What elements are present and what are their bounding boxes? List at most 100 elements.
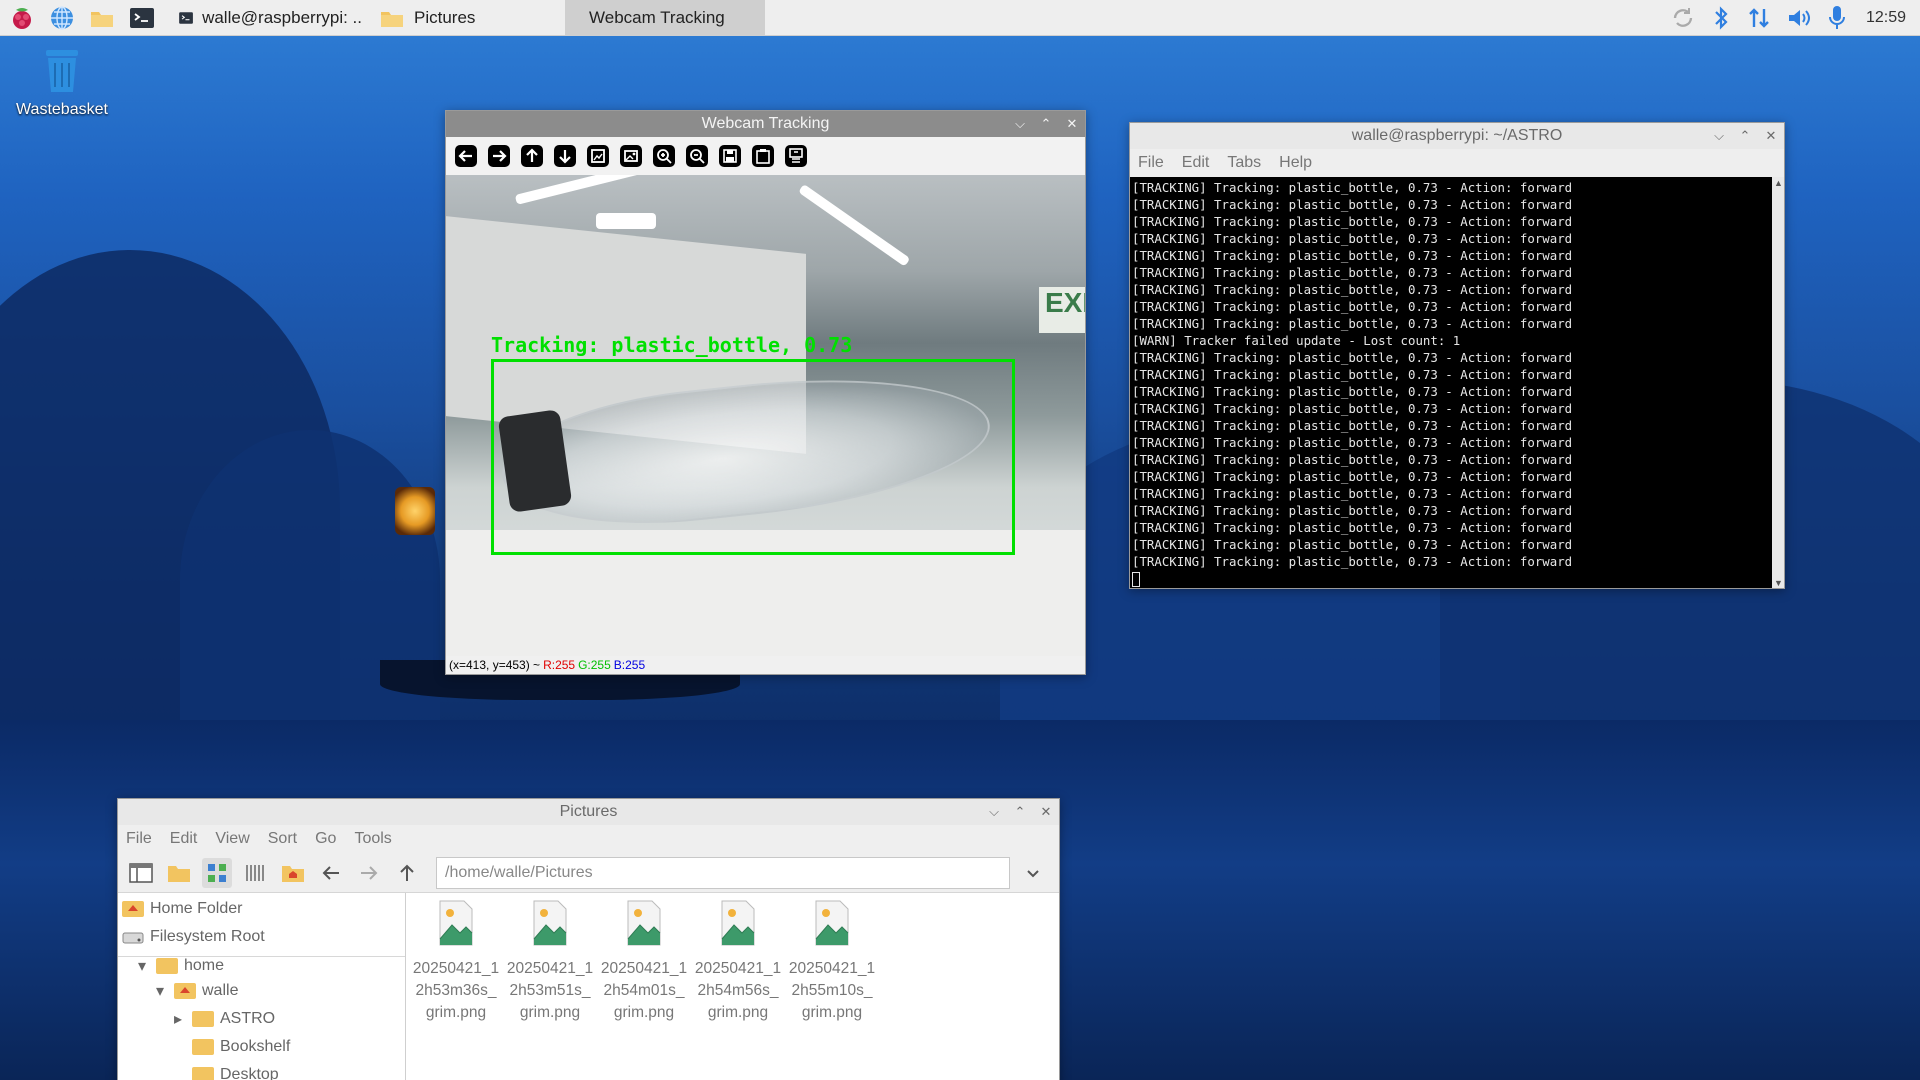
taskbar-button-webcam-tracking[interactable]: Webcam Tracking [565,0,765,36]
path-text: /home/walle/Pictures [445,863,593,881]
cursor-coordinates: (x=413, y=453) ~ [449,658,541,672]
tree-item-astro[interactable]: ▸ ASTRO [118,1005,405,1033]
terminal-lines: [TRACKING] Tracking: plastic_bottle, 0.7… [1130,177,1784,587]
copy-image-button[interactable] [750,143,776,169]
zoom-out-button[interactable] [684,143,710,169]
icon-view-icon [208,863,226,882]
menu-tabs[interactable]: Tabs [1227,154,1261,172]
taskbar-button-terminal[interactable]: walle@raspberrypi: .. [170,0,370,36]
properties-button[interactable] [783,143,809,169]
file-item[interactable]: 20250421_12h53m36s_grim.png [412,899,500,1080]
scroll-up-icon[interactable]: ▲ [1774,179,1783,188]
file-item[interactable]: 20250421_12h54m56s_grim.png [694,899,782,1080]
tree-item-desktop[interactable]: Desktop [118,1061,405,1080]
zoom-fit-button[interactable] [585,143,611,169]
network-icon[interactable] [1746,5,1772,31]
terminal-line: [TRACKING] Tracking: plastic_bottle, 0.7… [1132,248,1573,263]
zoom-original-button[interactable] [618,143,644,169]
menu-edit[interactable]: Edit [170,830,198,848]
minimize-icon[interactable]: ⌵ [1013,116,1027,132]
menu-edit[interactable]: Edit [1182,154,1210,172]
tree-expander-icon[interactable]: ▸ [174,1009,186,1029]
microphone-icon[interactable] [1826,4,1848,32]
window-title: Webcam Tracking [701,115,830,132]
updater-icon[interactable] [1670,5,1696,31]
up-button[interactable] [392,858,422,888]
tree-item-bookshelf[interactable]: Bookshelf [118,1033,405,1061]
maximize-icon[interactable]: ⌃ [1013,804,1027,820]
file-grid: 20250421_12h53m36s_grim.png 20250421_12h5… [406,893,1059,1080]
file-item[interactable]: 20250421_12h55m10s_grim.png [788,899,876,1080]
arrow-right-icon [488,145,510,167]
close-icon[interactable]: ✕ [1764,128,1778,144]
pan-left-button[interactable] [453,143,479,169]
taskbar: walle@raspberrypi: .. Pictures Webcam Tr… [0,0,1920,36]
bluetooth-icon[interactable] [1710,5,1732,31]
window-titlebar[interactable]: walle@raspberrypi: ~/ASTRO ⌵ ⌃ ✕ [1130,123,1784,149]
list-view-button[interactable] [240,858,270,888]
image-file-icon [721,900,755,946]
window-titlebar[interactable]: Webcam Tracking ⌵ ⌃ ✕ [446,111,1085,137]
window-icon [129,862,153,883]
tree-expander-icon[interactable]: ▾ [138,956,150,976]
menu-tools[interactable]: Tools [354,830,391,848]
menu-file[interactable]: File [126,830,152,848]
ceiling-light [514,175,692,205]
clock[interactable]: 12:59 [1866,9,1906,27]
save-image-button[interactable] [717,143,743,169]
terminal-launcher-icon[interactable] [124,0,160,36]
tree-item-walle[interactable]: ▾ walle [118,977,405,1005]
pan-down-button[interactable] [552,143,578,169]
menu-sort[interactable]: Sort [268,830,297,848]
image-file-icon [439,900,473,946]
menu-help[interactable]: Help [1279,154,1312,172]
new-folder-button[interactable] [164,858,194,888]
raspberry-menu-icon[interactable] [4,0,40,36]
maximize-icon[interactable]: ⌃ [1738,128,1752,144]
terminal-line: [TRACKING] Tracking: plastic_bottle, 0.7… [1132,537,1573,552]
sidebar-item-home-folder[interactable]: Home Folder [118,895,405,923]
window-titlebar[interactable]: Pictures ⌵ ⌃ ✕ [118,799,1059,825]
menu-file[interactable]: File [1138,154,1164,172]
forward-button[interactable] [354,858,384,888]
zoom-in-icon [653,145,675,167]
volume-icon[interactable] [1786,5,1812,31]
taskbar-button-pictures[interactable]: Pictures [370,0,565,36]
close-icon[interactable]: ✕ [1039,804,1053,820]
tree-item-home[interactable]: ▾ home [118,955,405,977]
file-item[interactable]: 20250421_12h53m51s_grim.png [506,899,594,1080]
folder-icon [156,958,178,974]
menu-go[interactable]: Go [315,830,336,848]
home-button[interactable] [278,858,308,888]
menu-view[interactable]: View [215,830,249,848]
maximize-icon[interactable]: ⌃ [1039,116,1053,132]
terminal-output[interactable]: [TRACKING] Tracking: plastic_bottle, 0.7… [1130,177,1784,588]
pan-up-button[interactable] [519,143,545,169]
back-button[interactable] [316,858,346,888]
sidebar-item-filesystem-root[interactable]: Filesystem Root [118,923,405,951]
tree-item-label: home [184,957,225,974]
terminal-prompt[interactable] [1132,570,1784,587]
close-icon[interactable]: ✕ [1065,116,1079,132]
pan-right-button[interactable] [486,143,512,169]
minimize-icon[interactable]: ⌵ [1712,128,1726,144]
red-value: R:255 [543,658,576,672]
web-browser-icon[interactable] [44,0,80,36]
file-manager-icon[interactable] [84,0,120,36]
path-history-dropdown[interactable] [1018,858,1048,888]
desktop-icon-wastebasket[interactable]: Wastebasket [12,44,112,119]
folder-icon [192,1039,214,1055]
new-window-button[interactable] [126,858,156,888]
scroll-down-icon[interactable]: ▼ [1774,579,1783,588]
file-item[interactable]: 20250421_12h54m01s_grim.png [600,899,688,1080]
camera-frame[interactable]: EXI Tracking: plastic_bottle, 0.73 [446,175,1085,656]
image-toolbar [446,137,1085,175]
path-input[interactable]: /home/walle/Pictures [436,856,1010,889]
zoom-in-button[interactable] [651,143,677,169]
minimize-icon[interactable]: ⌵ [987,804,1001,820]
terminal-scrollbar[interactable]: ▲ ▼ [1772,177,1784,588]
tree-item-label: Desktop [220,1066,279,1080]
tree-expander-icon[interactable]: ▾ [156,981,168,1001]
icon-view-button[interactable] [202,857,232,888]
terminal-line: [TRACKING] Tracking: plastic_bottle, 0.7… [1132,231,1573,246]
